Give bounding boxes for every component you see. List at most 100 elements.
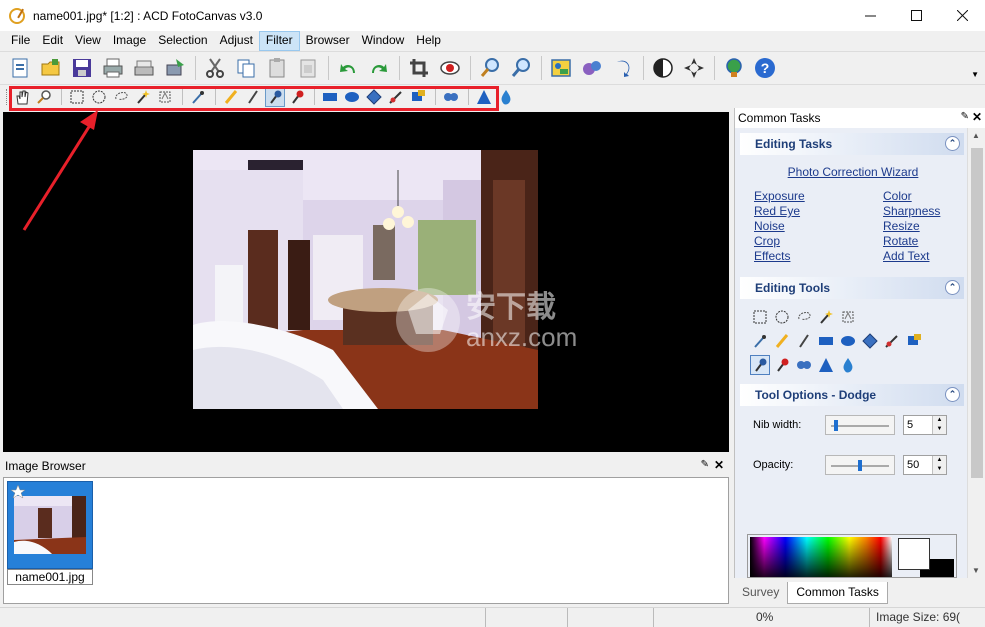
editing-tools-title[interactable]: Editing Tools ⌃ — [740, 277, 964, 299]
effects-link[interactable]: Effects — [754, 249, 883, 264]
color-spectrum[interactable] — [750, 537, 892, 577]
toolbar-overflow-icon[interactable]: ▼ — [971, 70, 979, 79]
collapse-icon[interactable]: ⌃ — [945, 136, 960, 151]
close-icon[interactable]: ✕ — [972, 110, 982, 124]
exposure-link[interactable]: Exposure — [754, 189, 883, 204]
lasso-select-icon[interactable] — [794, 307, 814, 327]
burn-icon[interactable] — [772, 355, 792, 375]
photo-gallery-icon[interactable] — [546, 53, 576, 83]
open-icon[interactable] — [36, 53, 66, 83]
nib-width-spinner[interactable]: 5 ▲ ▼ — [903, 415, 947, 435]
tool-options-label: Tool Options - Dodge — [755, 388, 877, 402]
menu-filter[interactable]: Filter — [258, 31, 300, 51]
move-icon[interactable] — [679, 53, 709, 83]
zoom-in-icon[interactable] — [475, 53, 505, 83]
share-icon[interactable] — [577, 53, 607, 83]
scroll-up-icon[interactable]: ▲ — [972, 131, 980, 140]
collapse-icon[interactable]: ⌃ — [945, 387, 960, 402]
menu-file[interactable]: File — [5, 31, 36, 51]
editing-tasks-title[interactable]: Editing Tasks ⌃ — [740, 133, 964, 155]
triangle-icon[interactable] — [816, 355, 836, 375]
opacity-slider[interactable] — [825, 455, 895, 475]
red-eye-icon[interactable] — [435, 53, 465, 83]
nib-width-slider[interactable] — [825, 415, 895, 435]
menu-adjust[interactable]: Adjust — [214, 31, 259, 51]
menu-help[interactable]: Help — [410, 31, 447, 51]
photo-correction-wizard-link[interactable]: Photo Correction Wizard — [754, 165, 952, 180]
menu-view[interactable]: View — [69, 31, 107, 51]
menu-edit[interactable]: Edit — [36, 31, 69, 51]
tab-survey[interactable]: Survey — [734, 582, 787, 604]
acquire-icon[interactable] — [160, 53, 190, 83]
spinner-arrows-icon[interactable]: ▲ ▼ — [932, 456, 946, 474]
close-button[interactable] — [939, 0, 985, 31]
noise-link[interactable]: Noise — [754, 219, 883, 234]
opacity-slider-thumb[interactable] — [858, 460, 862, 471]
image-canvas[interactable] — [3, 112, 729, 452]
foreground-color-swatch[interactable] — [898, 538, 930, 570]
menu-selection[interactable]: Selection — [152, 31, 213, 51]
sharpen-icon[interactable] — [860, 331, 880, 351]
zoom-out-icon[interactable] — [506, 53, 536, 83]
sharpness-link[interactable]: Sharpness — [883, 204, 963, 219]
status-cell — [568, 608, 654, 627]
scroll-down-icon[interactable]: ▼ — [972, 566, 980, 575]
menu-window[interactable]: Window — [356, 31, 411, 51]
brush-icon[interactable] — [794, 331, 814, 351]
cut-icon[interactable] — [200, 53, 230, 83]
smudge-icon[interactable] — [882, 331, 902, 351]
rectangle-icon[interactable] — [816, 331, 836, 351]
dodge-icon[interactable] — [750, 355, 770, 375]
close-icon[interactable]: ✕ — [714, 458, 724, 472]
panel-scrollbar[interactable]: ▲ ▼ — [967, 128, 985, 578]
ellipse-select-icon[interactable] — [772, 307, 792, 327]
ellipse-icon[interactable] — [838, 331, 858, 351]
redo-icon[interactable] — [364, 53, 394, 83]
magic-wand-icon[interactable] — [816, 307, 836, 327]
eyedropper-icon[interactable] — [750, 331, 770, 351]
red-eye-link[interactable]: Red Eye — [754, 204, 883, 219]
maximize-button[interactable] — [893, 0, 939, 31]
thumbnail-item[interactable] — [7, 481, 93, 569]
collapse-icon[interactable]: ⌃ — [945, 280, 960, 295]
add-text-link[interactable]: Add Text — [883, 249, 963, 264]
scrollbar-thumb[interactable] — [971, 148, 983, 478]
red-eye-tool-icon[interactable] — [794, 355, 814, 375]
new-icon[interactable] — [5, 53, 35, 83]
tab-common-tasks[interactable]: Common Tasks — [787, 582, 888, 604]
pin-icon[interactable]: ✎ — [701, 459, 709, 470]
crop-icon[interactable] — [404, 53, 434, 83]
freehand-select-icon[interactable] — [838, 307, 858, 327]
nib-width-slider-thumb[interactable] — [833, 420, 838, 431]
scan-icon[interactable] — [129, 53, 159, 83]
common-tasks-body: Editing Tasks ⌃ Photo Correction Wizard … — [735, 128, 967, 578]
crop-link[interactable]: Crop — [754, 234, 883, 249]
help-icon[interactable]: ? — [750, 53, 780, 83]
image-browser-panel: name001.jpg — [3, 477, 729, 604]
resize-link[interactable]: Resize — [883, 219, 963, 234]
web-icon[interactable] — [719, 53, 749, 83]
color-link[interactable]: Color — [883, 189, 963, 204]
minimize-button[interactable] — [847, 0, 893, 31]
pin-icon[interactable]: ✎ — [961, 111, 969, 122]
rect-select-icon[interactable] — [750, 307, 770, 327]
rotate-icon[interactable] — [608, 53, 638, 83]
tool-options-title[interactable]: Tool Options - Dodge ⌃ — [740, 384, 964, 406]
spinner-arrows-icon[interactable]: ▲ ▼ — [932, 416, 946, 434]
copy-icon[interactable] — [231, 53, 261, 83]
blur-drop-icon[interactable] — [838, 355, 858, 375]
paste-new-icon[interactable] — [293, 53, 323, 83]
undo-icon[interactable] — [333, 53, 363, 83]
save-icon[interactable] — [67, 53, 97, 83]
opacity-spinner[interactable]: 50 ▲ ▼ — [903, 455, 947, 475]
thumbnail-label[interactable]: name001.jpg — [7, 569, 93, 585]
contrast-icon[interactable] — [648, 53, 678, 83]
menu-browser[interactable]: Browser — [300, 31, 356, 51]
pencil-icon[interactable] — [772, 331, 792, 351]
rotate-link[interactable]: Rotate — [883, 234, 963, 249]
blur-drop-icon[interactable] — [496, 87, 516, 107]
menu-image[interactable]: Image — [107, 31, 152, 51]
clone-icon[interactable] — [904, 331, 924, 351]
print-icon[interactable] — [98, 53, 128, 83]
paste-icon[interactable] — [262, 53, 292, 83]
